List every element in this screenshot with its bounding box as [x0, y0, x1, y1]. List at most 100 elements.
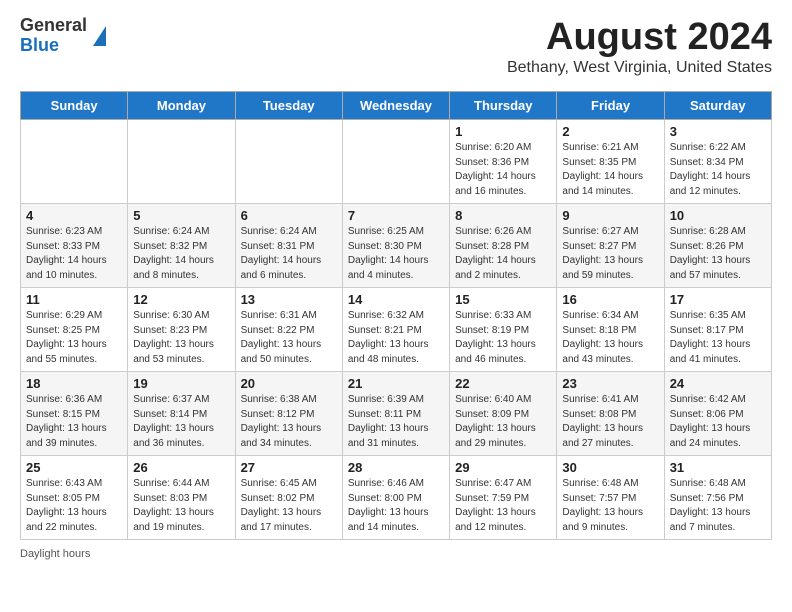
month-year-block: August 2024 Bethany, West Virginia, Unit…: [507, 16, 772, 87]
day-info: Sunrise: 6:23 AM Sunset: 8:33 PM Dayligh…: [26, 225, 122, 283]
day-info: Sunrise: 6:36 AM Sunset: 8:15 PM Dayligh…: [26, 393, 122, 451]
calendar-cell: 27Sunrise: 6:45 AM Sunset: 8:02 PM Dayli…: [235, 456, 342, 540]
calendar-cell: 8Sunrise: 6:26 AM Sunset: 8:28 PM Daylig…: [450, 204, 557, 288]
calendar-cell: 17Sunrise: 6:35 AM Sunset: 8:17 PM Dayli…: [664, 288, 771, 372]
calendar-week-4: 18 Sunrise: 6:36 AM Sunset: 8:15 PM Dayli…: [21, 372, 772, 456]
day-number: 9: [562, 208, 658, 223]
month-title: August 2024: [507, 16, 772, 59]
day-info: Sunrise: 6:30 AM Sunset: 8:23 PM Dayligh…: [133, 309, 229, 367]
day-info: Sunrise: 6:40 AM Sunset: 8:09 PM Dayligh…: [455, 393, 551, 451]
calendar-cell: 5 Sunrise: 6:24 AM Sunset: 8:32 PM Daylig…: [128, 204, 235, 288]
calendar-cell: 20Sunrise: 6:38 AM Sunset: 8:12 PM Dayli…: [235, 372, 342, 456]
day-number: 25: [26, 460, 122, 475]
day-info: Sunrise: 6:29 AM Sunset: 8:25 PM Dayligh…: [26, 309, 122, 367]
day-number: 12: [133, 292, 229, 307]
footer: Daylight hours: [20, 548, 772, 560]
day-info: Sunrise: 6:34 AM Sunset: 8:18 PM Dayligh…: [562, 309, 658, 367]
day-number: 18: [26, 376, 122, 391]
calendar-cell: 3 Sunrise: 6:22 AM Sunset: 8:34 PM Daylig…: [664, 120, 771, 204]
day-header-sunday: Sunday: [21, 92, 128, 120]
calendar-cell: 7 Sunrise: 6:25 AM Sunset: 8:30 PM Daylig…: [342, 204, 449, 288]
calendar-cell: 14Sunrise: 6:32 AM Sunset: 8:21 PM Dayli…: [342, 288, 449, 372]
daylight-hours-label: Daylight hours: [20, 548, 90, 560]
calendar-cell: 25 Sunrise: 6:43 AM Sunset: 8:05 PM Dayli…: [21, 456, 128, 540]
day-number: 7: [348, 208, 444, 223]
day-number: 23: [562, 376, 658, 391]
day-number: 2: [562, 124, 658, 139]
calendar-table: SundayMondayTuesdayWednesdayThursdayFrid…: [20, 91, 772, 540]
day-header-monday: Monday: [128, 92, 235, 120]
day-info: Sunrise: 6:46 AM Sunset: 8:00 PM Dayligh…: [348, 477, 444, 535]
day-number: 21: [348, 376, 444, 391]
calendar-cell: 6 Sunrise: 6:24 AM Sunset: 8:31 PM Daylig…: [235, 204, 342, 288]
day-number: 30: [562, 460, 658, 475]
calendar-cell: 16 Sunrise: 6:34 AM Sunset: 8:18 PM Dayli…: [557, 288, 664, 372]
calendar-cell: 4 Sunrise: 6:23 AM Sunset: 8:33 PM Daylig…: [21, 204, 128, 288]
day-info: Sunrise: 6:31 AM Sunset: 8:22 PM Dayligh…: [241, 309, 337, 367]
day-info: Sunrise: 6:25 AM Sunset: 8:30 PM Dayligh…: [348, 225, 444, 283]
calendar-cell: 22 Sunrise: 6:40 AM Sunset: 8:09 PM Dayli…: [450, 372, 557, 456]
day-header-friday: Friday: [557, 92, 664, 120]
day-info: Sunrise: 6:20 AM Sunset: 8:36 PM Dayligh…: [455, 141, 551, 199]
day-number: 16: [562, 292, 658, 307]
day-number: 20: [241, 376, 337, 391]
calendar-cell: 30 Sunrise: 6:48 AM Sunset: 7:57 PM Dayli…: [557, 456, 664, 540]
day-number: 13: [241, 292, 337, 307]
calendar-week-1: 1 Sunrise: 6:20 AM Sunset: 8:36 PM Daylig…: [21, 120, 772, 204]
calendar-cell: 15Sunrise: 6:33 AM Sunset: 8:19 PM Dayli…: [450, 288, 557, 372]
logo-text: General Blue: [20, 16, 87, 56]
day-info: Sunrise: 6:33 AM Sunset: 8:19 PM Dayligh…: [455, 309, 551, 367]
day-header-wednesday: Wednesday: [342, 92, 449, 120]
logo: General Blue: [20, 16, 106, 56]
calendar-cell: 18 Sunrise: 6:36 AM Sunset: 8:15 PM Dayli…: [21, 372, 128, 456]
day-info: Sunrise: 6:41 AM Sunset: 8:08 PM Dayligh…: [562, 393, 658, 451]
day-info: Sunrise: 6:22 AM Sunset: 8:34 PM Dayligh…: [670, 141, 766, 199]
location-subtitle: Bethany, West Virginia, United States: [507, 59, 772, 77]
day-number: 11: [26, 292, 122, 307]
day-info: Sunrise: 6:48 AM Sunset: 7:57 PM Dayligh…: [562, 477, 658, 535]
day-info: Sunrise: 6:44 AM Sunset: 8:03 PM Dayligh…: [133, 477, 229, 535]
day-number: 3: [670, 124, 766, 139]
calendar-cell: 24Sunrise: 6:42 AM Sunset: 8:06 PM Dayli…: [664, 372, 771, 456]
day-number: 26: [133, 460, 229, 475]
day-header-saturday: Saturday: [664, 92, 771, 120]
calendar-week-5: 25 Sunrise: 6:43 AM Sunset: 8:05 PM Dayli…: [21, 456, 772, 540]
day-number: 6: [241, 208, 337, 223]
logo-triangle-icon: [93, 26, 106, 46]
calendar-cell: 29 Sunrise: 6:47 AM Sunset: 7:59 PM Dayli…: [450, 456, 557, 540]
calendar-cell: 11 Sunrise: 6:29 AM Sunset: 8:25 PM Dayli…: [21, 288, 128, 372]
day-info: Sunrise: 6:26 AM Sunset: 8:28 PM Dayligh…: [455, 225, 551, 283]
day-info: Sunrise: 6:24 AM Sunset: 8:31 PM Dayligh…: [241, 225, 337, 283]
calendar-cell: 21 Sunrise: 6:39 AM Sunset: 8:11 PM Dayli…: [342, 372, 449, 456]
day-number: 27: [241, 460, 337, 475]
day-info: Sunrise: 6:48 AM Sunset: 7:56 PM Dayligh…: [670, 477, 766, 535]
day-info: Sunrise: 6:43 AM Sunset: 8:05 PM Dayligh…: [26, 477, 122, 535]
day-info: Sunrise: 6:28 AM Sunset: 8:26 PM Dayligh…: [670, 225, 766, 283]
day-info: Sunrise: 6:21 AM Sunset: 8:35 PM Dayligh…: [562, 141, 658, 199]
day-number: 29: [455, 460, 551, 475]
day-number: 4: [26, 208, 122, 223]
calendar-cell: 19Sunrise: 6:37 AM Sunset: 8:14 PM Dayli…: [128, 372, 235, 456]
day-number: 28: [348, 460, 444, 475]
day-number: 31: [670, 460, 766, 475]
day-number: 1: [455, 124, 551, 139]
calendar-week-2: 4 Sunrise: 6:23 AM Sunset: 8:33 PM Daylig…: [21, 204, 772, 288]
calendar-cell: 13 Sunrise: 6:31 AM Sunset: 8:22 PM Dayli…: [235, 288, 342, 372]
calendar-cell: [342, 120, 449, 204]
day-number: 5: [133, 208, 229, 223]
day-info: Sunrise: 6:32 AM Sunset: 8:21 PM Dayligh…: [348, 309, 444, 367]
calendar-cell: [128, 120, 235, 204]
calendar-cell: 9Sunrise: 6:27 AM Sunset: 8:27 PM Daylig…: [557, 204, 664, 288]
calendar-cell: 12 Sunrise: 6:30 AM Sunset: 8:23 PM Dayli…: [128, 288, 235, 372]
day-number: 22: [455, 376, 551, 391]
day-info: Sunrise: 6:47 AM Sunset: 7:59 PM Dayligh…: [455, 477, 551, 535]
calendar-cell: 28 Sunrise: 6:46 AM Sunset: 8:00 PM Dayli…: [342, 456, 449, 540]
calendar-cell: 1 Sunrise: 6:20 AM Sunset: 8:36 PM Daylig…: [450, 120, 557, 204]
day-info: Sunrise: 6:24 AM Sunset: 8:32 PM Dayligh…: [133, 225, 229, 283]
calendar-cell: [235, 120, 342, 204]
page-header: General Blue August 2024 Bethany, West V…: [20, 16, 772, 87]
day-info: Sunrise: 6:39 AM Sunset: 8:11 PM Dayligh…: [348, 393, 444, 451]
calendar-week-3: 11 Sunrise: 6:29 AM Sunset: 8:25 PM Dayli…: [21, 288, 772, 372]
day-number: 17: [670, 292, 766, 307]
day-info: Sunrise: 6:37 AM Sunset: 8:14 PM Dayligh…: [133, 393, 229, 451]
